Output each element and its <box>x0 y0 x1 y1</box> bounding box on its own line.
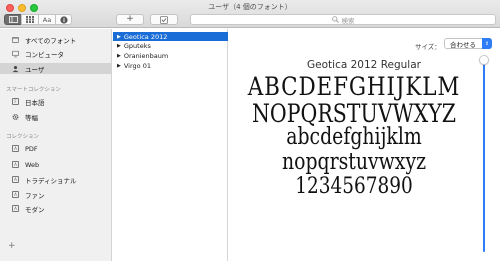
collection-header: コレクション <box>6 134 40 140</box>
font-box-icon: F <box>12 98 19 105</box>
user-icon <box>12 65 19 72</box>
sidebar-item-label: ファン <box>25 191 45 200</box>
sidebar-item-user[interactable]: ユーザ <box>0 63 111 74</box>
disclosure-triangle-icon[interactable]: ▶ <box>117 53 121 59</box>
sidebar-item-web[interactable]: A Web <box>0 159 111 170</box>
disclosure-triangle-icon[interactable]: ▶ <box>117 63 121 69</box>
preview-font-title: Geotica 2012 Regular <box>307 59 421 71</box>
window-title: ユーザ（4 個のフォント） <box>208 3 292 11</box>
preview-line-digits: 1234567890 <box>295 174 413 199</box>
all-fonts-icon <box>12 36 19 43</box>
sample-text-icon: Aa <box>42 15 52 24</box>
smart-collection-header: スマートコレクション <box>6 87 61 93</box>
sidebar-item-label: PDF <box>25 144 38 153</box>
font-box-icon: A <box>12 176 19 183</box>
search-placeholder: 検索 <box>341 16 355 25</box>
sidebar-item-traditional[interactable]: A トラディショナル <box>0 174 111 185</box>
view-mode-segment: Aa <box>4 14 72 25</box>
size-slider-knob[interactable] <box>479 55 489 65</box>
size-select[interactable]: 合わせる ⇕ <box>444 38 492 49</box>
preview-line-lowercase-1: abcdefghijklm <box>286 124 422 150</box>
computer-icon <box>12 50 19 57</box>
disclosure-triangle-icon[interactable]: ▶ <box>117 43 121 49</box>
add-font-button[interactable]: + <box>116 14 144 25</box>
font-name: Virgo 01 <box>123 61 151 70</box>
font-list: ▶ Geotica 2012 ▶ Gputeks ▶ Oranienbaum ▶… <box>113 29 228 261</box>
search-field[interactable]: 検索 <box>190 14 496 25</box>
font-box-icon: A <box>12 205 19 212</box>
font-box-icon: A <box>12 191 19 198</box>
size-label: サイズ： <box>415 43 441 51</box>
font-book-window: ユーザ（4 個のフォント） Aa + 検索 すべてのフォント コンピュータ ユー… <box>0 0 500 261</box>
sidebar-item-label: ユーザ <box>25 65 45 74</box>
sidebar-item-label: すべてのフォント <box>25 36 77 45</box>
sidebar-item-label: 等幅 <box>25 113 38 122</box>
font-box-icon: A <box>12 161 19 168</box>
font-row-geotica[interactable]: ▶ Geotica 2012 <box>113 32 228 41</box>
toolbar: ユーザ（4 個のフォント） Aa + 検索 <box>0 0 500 28</box>
font-name: Oranienbaum <box>123 51 169 60</box>
validate-font-button[interactable] <box>150 14 178 25</box>
chevron-updown-icon: ⇕ <box>482 38 492 49</box>
sample-view-button[interactable]: Aa <box>38 14 55 25</box>
sidebar-item-computer[interactable]: コンピュータ <box>0 48 111 59</box>
font-preview: サイズ： 合わせる ⇕ Geotica 2012 Regular ABCDEFG… <box>229 29 500 261</box>
font-name: Gputeks <box>123 41 151 50</box>
preview-line-uppercase-1: ABCDEFGHIJKLM <box>247 72 461 101</box>
sidebar-item-japanese[interactable]: F 日本語 <box>0 96 111 107</box>
sidebar-item-pdf[interactable]: A PDF <box>0 143 111 154</box>
sidebar-item-label: トラディショナル <box>25 176 77 185</box>
sidebar-item-label: 日本語 <box>25 98 45 107</box>
grid-icon <box>26 16 34 23</box>
grid-view-button[interactable] <box>21 14 38 25</box>
plus-icon: + <box>126 14 134 24</box>
add-collection-button[interactable]: + <box>8 241 16 251</box>
preview-line-lowercase-2: nopqrstuvwxyz <box>281 149 427 175</box>
font-box-icon: A <box>12 145 19 152</box>
sidebar-item-label: コンピュータ <box>25 50 64 59</box>
sidebar-item-all-fonts[interactable]: すべてのフォント <box>0 34 111 45</box>
search-icon <box>331 16 339 23</box>
font-row-oranienbaum[interactable]: ▶ Oranienbaum <box>113 51 228 60</box>
sidebar-item-fun[interactable]: A ファン <box>0 189 111 200</box>
sidebar-item-monospace[interactable]: 等幅 <box>0 111 111 122</box>
sidebar: すべてのフォント コンピュータ ユーザ スマートコレクション F 日本語 等幅 … <box>0 29 112 261</box>
sidebar-toggle-button[interactable] <box>4 14 21 25</box>
size-slider-fill <box>483 62 485 252</box>
gear-icon <box>12 113 19 120</box>
checkbox-icon <box>160 15 168 24</box>
sidebar-icon <box>8 16 18 23</box>
sidebar-item-label: Web <box>25 160 40 169</box>
disclosure-triangle-icon[interactable]: ▶ <box>117 34 121 40</box>
sidebar-item-modern[interactable]: A モダン <box>0 203 111 214</box>
font-name: Geotica 2012 <box>123 32 168 41</box>
font-row-gputeks[interactable]: ▶ Gputeks <box>113 41 228 50</box>
sidebar-item-label: モダン <box>25 205 45 214</box>
size-select-value: 合わせる <box>450 40 476 49</box>
font-row-virgo[interactable]: ▶ Virgo 01 <box>113 61 228 70</box>
info-icon <box>59 15 68 24</box>
info-view-button[interactable] <box>55 14 72 25</box>
